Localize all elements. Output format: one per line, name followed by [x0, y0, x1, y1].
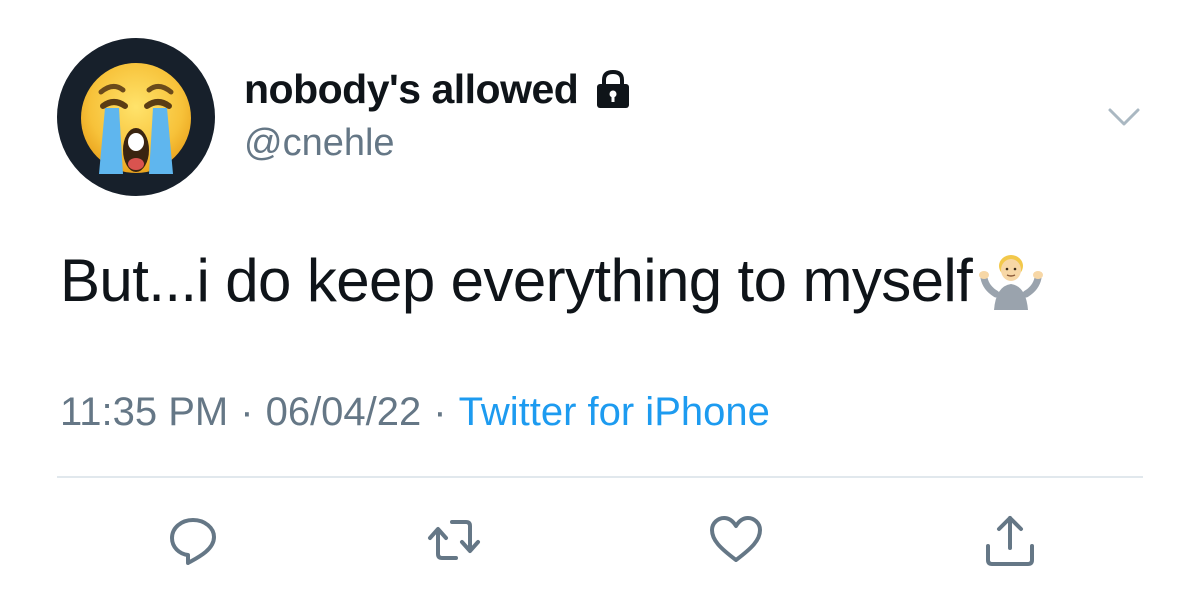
tweet-time: 11:35 PM	[60, 390, 229, 434]
tweet-meta: 11:35 PM · 06/04/22 · Twitter for iPhone	[60, 390, 770, 435]
meta-separator: ·	[240, 390, 254, 434]
tweet-card: nobody's allowed @cnehle But...i do keep…	[0, 0, 1200, 605]
share-icon	[986, 516, 1034, 566]
loudly-crying-face-icon	[81, 63, 191, 174]
retweet-button[interactable]	[424, 510, 484, 570]
tweet-text-row: But...i do keep everything to myself	[60, 246, 1044, 315]
reply-icon	[170, 518, 216, 565]
display-name-row: nobody's allowed	[244, 64, 634, 114]
tweet-source-link[interactable]: Twitter for iPhone	[459, 390, 770, 435]
divider	[57, 476, 1143, 478]
tweet-text: But...i do keep everything to myself	[60, 247, 973, 314]
retweet-icon	[428, 520, 480, 560]
person-shrugging-icon	[978, 248, 1044, 314]
share-button[interactable]	[980, 510, 1040, 570]
avatar[interactable]	[57, 38, 215, 196]
user-handle[interactable]: @cnehle	[244, 122, 395, 165]
lock-icon	[592, 68, 634, 110]
display-name[interactable]: nobody's allowed	[244, 66, 579, 113]
tweet-date: 06/04/22	[265, 390, 422, 434]
heart-icon	[710, 516, 762, 562]
chevron-down-icon[interactable]	[1104, 102, 1144, 132]
meta-separator: ·	[433, 390, 447, 434]
like-button[interactable]	[706, 510, 766, 570]
reply-button[interactable]	[163, 510, 223, 570]
